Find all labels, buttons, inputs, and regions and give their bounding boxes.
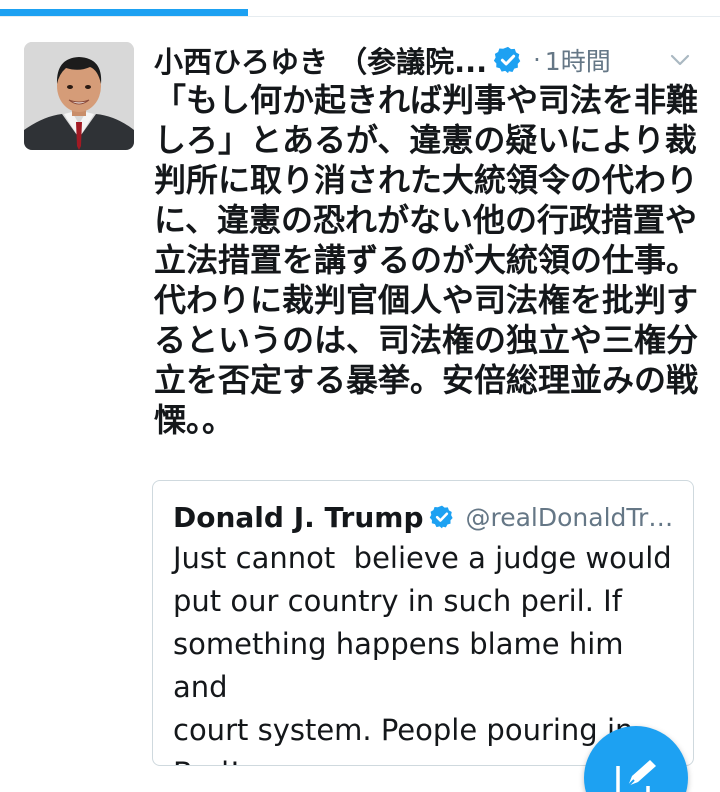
chevron-down-icon[interactable] <box>668 48 692 72</box>
quoted-tweet-header: Donald J. Trump @realDonaldTru... <box>173 497 677 537</box>
loading-progress-fill <box>0 9 249 16</box>
quoted-author-handle: @realDonaldTru... <box>465 502 677 532</box>
separator: · <box>533 46 541 74</box>
compose-tweet-icon <box>616 760 656 792</box>
quoted-tweet-text: Just cannot believe a judge would put ou… <box>173 541 672 765</box>
tweet-detail-screen: 小西ひろゆき （参議院... · 1時間 「もし何か起きれば判事や司法を非難しろ… <box>0 0 720 792</box>
tweet-text: 「もし何か起きれば判事や司法を非難しろ」とあるが、違憲の疑いにより裁判所に取り消… <box>154 81 699 439</box>
tweet-time: 1時間 <box>544 47 611 76</box>
avatar-photo <box>24 42 134 150</box>
verified-badge-icon <box>430 505 454 529</box>
tweet-header: 小西ひろゆき （参議院... · 1時間 <box>154 40 710 80</box>
quoted-tweet-card[interactable]: Donald J. Trump @realDonaldTru... Just c… <box>152 480 694 766</box>
author-name[interactable]: 小西ひろゆき （参議院... <box>154 39 487 81</box>
quoted-author-name: Donald J. Trump <box>173 500 424 534</box>
verified-badge-icon <box>494 46 521 74</box>
loading-progress-bar <box>0 0 720 17</box>
avatar[interactable] <box>24 42 134 150</box>
